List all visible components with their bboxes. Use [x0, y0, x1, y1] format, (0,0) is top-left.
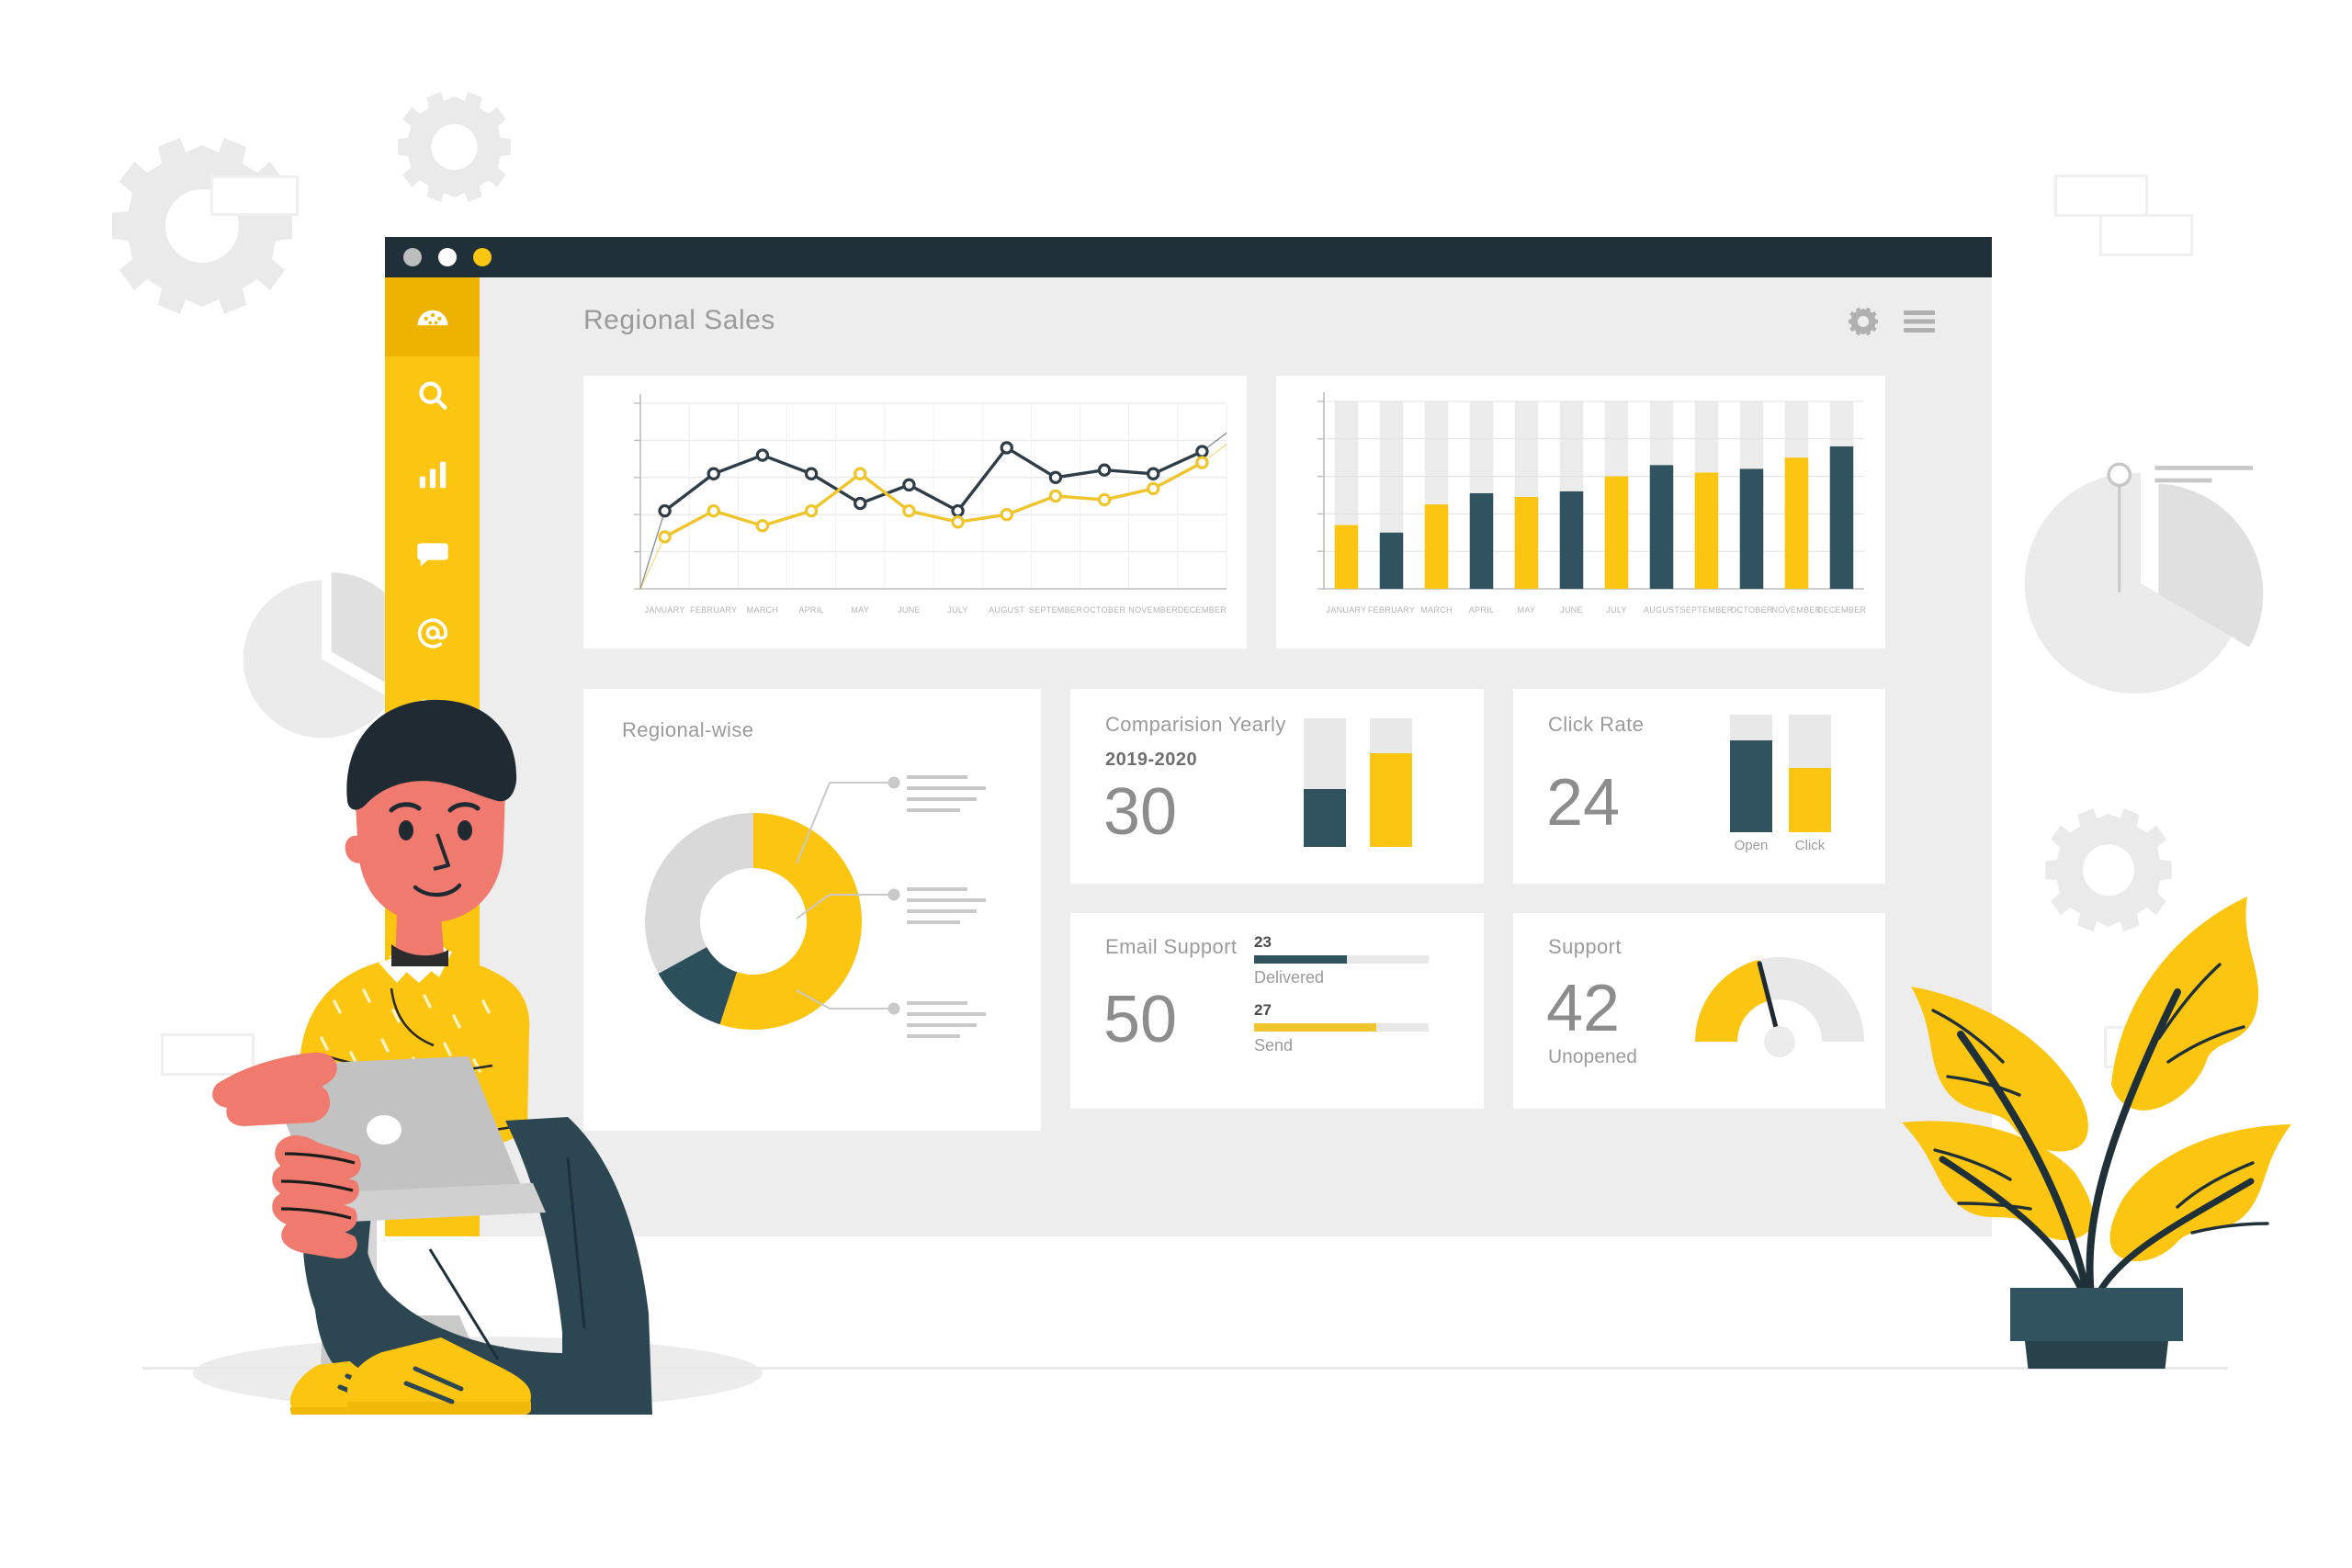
svg-text:OCTOBER: OCTOBER: [1730, 605, 1773, 615]
email-send-track: [1254, 1023, 1429, 1032]
pie-chart-decor-right: [2024, 462, 2264, 694]
email-send-value: 27: [1254, 1001, 1272, 1019]
email-send-label: Send: [1254, 1036, 1294, 1055]
click-rate-card: Click Rate 24 Open Click: [1513, 689, 1885, 884]
click-rate-bar-fill-click: [1789, 767, 1831, 832]
svg-text:SEPTEMBER: SEPTEMBER: [1679, 605, 1733, 615]
window-titlebar: [385, 237, 1992, 277]
support-card: Support 42 Unopened: [1513, 913, 1885, 1109]
comparison-bar-fill-1: [1304, 789, 1346, 847]
svg-text:NOVEMBER: NOVEMBER: [1772, 605, 1822, 615]
support-gauge: [1695, 957, 1864, 1057]
comparison-title: Comparision Yearly: [1105, 713, 1286, 736]
window-minimize-dot[interactable]: [438, 248, 457, 266]
search-icon: [414, 378, 451, 414]
svg-text:OCTOBER: OCTOBER: [1083, 605, 1126, 615]
svg-text:APRIL: APRIL: [1469, 605, 1495, 615]
dashboard-gauge-icon: [413, 297, 453, 337]
svg-text:AUGUST: AUGUST: [1644, 605, 1680, 615]
comparison-bar-track-1: [1304, 718, 1346, 847]
click-rate-title: Click Rate: [1548, 713, 1645, 736]
comparison-yearly-card: Comparision Yearly 2019-2020 30: [1070, 689, 1484, 884]
svg-text:SEPTEMBER: SEPTEMBER: [1029, 605, 1082, 615]
svg-text:MAY: MAY: [851, 605, 869, 615]
click-rate-value: 24: [1546, 766, 1621, 840]
window-maximize-dot[interactable]: [473, 248, 492, 266]
click-rate-bar-track-click: [1789, 715, 1831, 832]
svg-text:JULY: JULY: [1606, 605, 1627, 615]
support-title: Support: [1548, 935, 1622, 958]
svg-text:JULY: JULY: [947, 605, 968, 615]
email-delivered-label: Delivered: [1254, 968, 1325, 987]
gear-icon[interactable]: [1849, 307, 1878, 341]
decor-rect-1: [210, 175, 299, 216]
click-rate-label-click: Click: [1794, 838, 1826, 853]
dashboard-header: Regional Sales: [480, 277, 1992, 362]
svg-text:DECEMBER: DECEMBER: [1178, 605, 1227, 615]
email-delivered-value: 23: [1254, 933, 1272, 951]
svg-text:JANUARY: JANUARY: [1327, 605, 1367, 615]
gear-decor-top-left: [398, 92, 511, 202]
chat-bubble-icon: [414, 536, 451, 572]
email-delivered-track: [1254, 955, 1429, 964]
email-delivered-fill: [1254, 955, 1347, 964]
svg-text:AUGUST: AUGUST: [989, 605, 1025, 615]
svg-text:DECEMBER: DECEMBER: [1817, 605, 1867, 615]
svg-text:JUNE: JUNE: [1560, 605, 1583, 615]
svg-text:NOVEMBER: NOVEMBER: [1128, 605, 1178, 615]
window-close-dot[interactable]: [403, 248, 422, 266]
email-support-card: Email Support 50 23 Delivered 27 Send: [1070, 913, 1484, 1109]
svg-text:MAY: MAY: [1518, 605, 1536, 615]
bar-chart: JANUARY FEBRUARY MARCH APRIL MAY JUNE JULY AUGU…: [1317, 392, 1867, 615]
support-label: Unopened: [1548, 1046, 1637, 1067]
comparison-value: 30: [1103, 775, 1178, 849]
svg-text:MARCH: MARCH: [1420, 605, 1453, 615]
decor-rect-2: [2054, 175, 2148, 217]
comparison-bar-fill-2: [1370, 752, 1412, 847]
decor-rect-3: [2099, 214, 2193, 256]
sidebar-item-dashboard[interactable]: [385, 277, 480, 356]
email-send-fill: [1254, 1023, 1376, 1032]
sidebar-item-messages[interactable]: [385, 514, 480, 593]
click-rate-bar-fill-open: [1730, 740, 1772, 832]
potted-plant: [1902, 897, 2291, 1369]
email-support-value: 50: [1103, 983, 1178, 1056]
bar-chart-icon: [415, 457, 450, 492]
email-support-title: Email Support: [1105, 935, 1238, 958]
click-rate-bar-track-open: [1730, 715, 1772, 832]
svg-text:FEBRUARY: FEBRUARY: [1368, 605, 1415, 615]
svg-text:MARCH: MARCH: [747, 605, 779, 615]
svg-text:JUNE: JUNE: [898, 605, 921, 615]
click-rate-label-open: Open: [1734, 838, 1769, 853]
comparison-bar-track-2: [1370, 718, 1412, 847]
svg-text:APRIL: APRIL: [798, 605, 824, 615]
support-value: 42: [1546, 972, 1621, 1045]
gear-decor-large-left: [112, 138, 292, 314]
comparison-period: 2019-2020: [1105, 750, 1198, 770]
sidebar-item-analytics[interactable]: [385, 435, 480, 514]
hamburger-menu-icon[interactable]: [1904, 310, 1935, 338]
person-illustration: [212, 699, 652, 1415]
bar-chart-card: JANUARY FEBRUARY MARCH APRIL MAY JUNE JULY AUGU…: [1276, 376, 1885, 649]
page-title: Regional Sales: [583, 305, 775, 335]
sidebar-item-search[interactable]: [385, 356, 480, 435]
